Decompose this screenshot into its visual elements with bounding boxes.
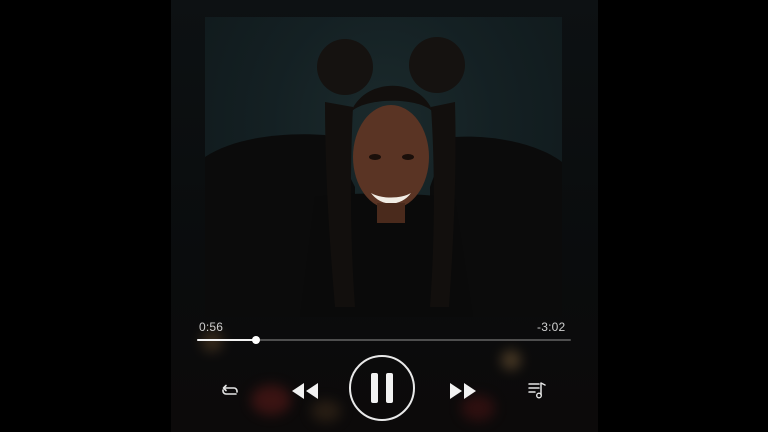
remaining-time: -3:02 [537,320,566,334]
portrait-figure [205,37,562,317]
fast-forward-button[interactable] [446,377,480,405]
rewind-icon [292,383,318,399]
queue-button[interactable] [526,379,548,401]
rewind-button[interactable] [288,377,322,405]
repeat-icon [222,384,238,395]
album-artwork [205,17,562,317]
elapsed-time: 0:56 [199,320,224,334]
progress-knob[interactable] [251,336,260,344]
pause-button[interactable] [349,355,415,421]
queue-music-icon [528,382,546,399]
progress-slider[interactable] [197,336,571,344]
repeat-button[interactable] [218,379,242,403]
progress-fill [197,339,256,341]
screen: 0:56 -3:02 [0,0,768,432]
pause-icon [371,373,393,403]
fast-forward-icon [450,383,476,399]
